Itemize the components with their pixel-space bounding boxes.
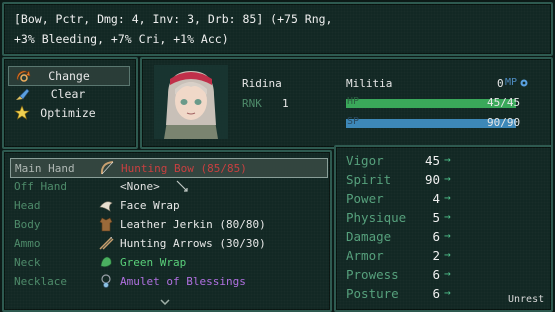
sp-label: SP — [347, 116, 360, 127]
stat-name: Armor — [346, 248, 384, 263]
equipment-panel: Main Hand Hunting Bow (85/85) Off Hand <Non… — [2, 150, 332, 312]
item-description-line-2: +3% Bleeding, +7% Cri, +1% Acc) — [14, 32, 229, 46]
slot-label: Neck — [14, 256, 41, 269]
stat-name: Physique — [346, 210, 407, 225]
stats-panel: Vigor 45 → Spirit 90 → Power 4 → Physique 5 → Damage… — [334, 145, 553, 312]
equipped-item: Hunting Arrows (30/30) — [120, 237, 266, 250]
optimize-label: Optimize — [40, 106, 96, 120]
slot-label: Main Hand — [15, 162, 75, 175]
slot-label: Off Hand — [14, 180, 67, 193]
stat-name: Prowess — [346, 267, 399, 282]
character-portrait — [154, 65, 228, 139]
stat-name: Damage — [346, 229, 392, 244]
equipped-item: Amulet of Blessings — [120, 275, 246, 288]
change-button[interactable]: Change — [8, 66, 130, 86]
status-label: Unrest — [508, 294, 545, 305]
rank-label: RNK — [242, 97, 262, 110]
equipment-slot-main-hand[interactable]: Main Hand Hunting Bow (85/85) — [10, 158, 328, 178]
stat-change-arrow-icon: → — [444, 248, 451, 261]
stat-prowess: Prowess 6 → — [344, 266, 544, 284]
stat-value: 2 — [432, 248, 440, 263]
stat-spirit: Spirit 90 → — [344, 171, 544, 189]
slot-label: Head — [14, 199, 41, 212]
stat-change-arrow-icon: → — [444, 229, 451, 242]
equipped-item: Green Wrap — [120, 256, 187, 269]
change-label: Change — [48, 69, 90, 83]
mp-gear-icon — [520, 79, 528, 87]
slot-label: Necklace — [14, 275, 67, 288]
equipped-item: Face Wrap — [120, 199, 180, 212]
green-wrap-icon — [100, 256, 112, 267]
character-panel: Ridina RNK 1 Militia 0 MP HP 45/45 SP 90… — [140, 57, 553, 149]
stat-change-arrow-icon: → — [444, 191, 451, 204]
stat-power: Power 4 → — [344, 190, 544, 208]
stat-name: Power — [346, 191, 384, 206]
stat-value: 45 — [424, 153, 440, 168]
equipment-slot-head[interactable]: Head Face Wrap — [10, 196, 326, 214]
slot-label: Ammo — [14, 237, 41, 250]
item-description-line-1: [Bow, Pctr, Dmg: 4, Inv: 3, Drb: 85] (+7… — [14, 12, 333, 26]
slot-label: Body — [14, 218, 41, 231]
optimize-button[interactable]: Optimize — [8, 104, 128, 122]
arrows-icon — [99, 237, 114, 250]
clear-label: Clear — [50, 87, 86, 101]
command-menu: Change Clear Optimize — [2, 57, 138, 149]
mp-label: MP — [505, 77, 518, 88]
stat-change-arrow-icon: → — [444, 210, 451, 223]
stat-name: Posture — [346, 286, 399, 301]
leather-jerkin-icon — [99, 217, 113, 232]
equipment-slot-neck[interactable]: Neck Green Wrap — [10, 253, 326, 271]
character-class: Militia — [346, 77, 393, 90]
stat-value: 4 — [432, 191, 440, 206]
stat-value: 5 — [432, 210, 440, 225]
equipped-item: Hunting Bow (85/85) — [121, 162, 247, 175]
stat-value: 6 — [432, 229, 440, 244]
stat-damage: Damage 6 → — [344, 228, 544, 246]
stat-value: 6 — [432, 286, 440, 301]
amulet-icon — [101, 274, 111, 288]
face-wrap-icon — [99, 201, 113, 212]
rank-value: 1 — [282, 97, 289, 110]
equipment-slot-necklace[interactable]: Necklace Amulet of Blessings — [10, 272, 326, 290]
character-name: Ridina — [242, 77, 282, 90]
bow-icon — [100, 161, 114, 175]
stat-value: 6 — [432, 267, 440, 282]
stat-physique: Physique 5 → — [344, 209, 544, 227]
equipment-slot-body[interactable]: Body Leather Jerkin (80/80) — [10, 215, 326, 233]
pointer-cursor-icon — [176, 180, 188, 192]
equipped-item: <None> — [120, 180, 160, 193]
clear-button[interactable]: Clear — [8, 85, 128, 103]
hp-label: HP — [347, 96, 360, 107]
stat-change-arrow-icon: → — [444, 267, 451, 280]
stat-value: 90 — [424, 172, 440, 187]
stat-vigor: Vigor 45 → — [344, 152, 544, 170]
stat-name: Spirit — [346, 172, 392, 187]
hp-text: 45/45 — [487, 96, 521, 109]
equipment-slot-off-hand[interactable]: Off Hand <None> — [10, 177, 326, 195]
item-description-panel: [Bow, Pctr, Dmg: 4, Inv: 3, Drb: 85] (+7… — [2, 2, 553, 56]
stat-armor: Armor 2 → — [344, 247, 544, 265]
equipped-item: Leather Jerkin (80/80) — [120, 218, 266, 231]
stat-change-arrow-icon: → — [444, 286, 451, 299]
sp-text: 90/90 — [487, 116, 521, 129]
equipment-slot-ammo[interactable]: Ammo Hunting Arrows (30/30) — [10, 234, 326, 252]
stat-change-arrow-icon: → — [444, 153, 451, 166]
stat-change-arrow-icon: → — [444, 172, 451, 185]
stat-name: Vigor — [346, 153, 384, 168]
mp-value: 0 — [497, 77, 504, 90]
scroll-down-icon[interactable] — [160, 299, 170, 305]
